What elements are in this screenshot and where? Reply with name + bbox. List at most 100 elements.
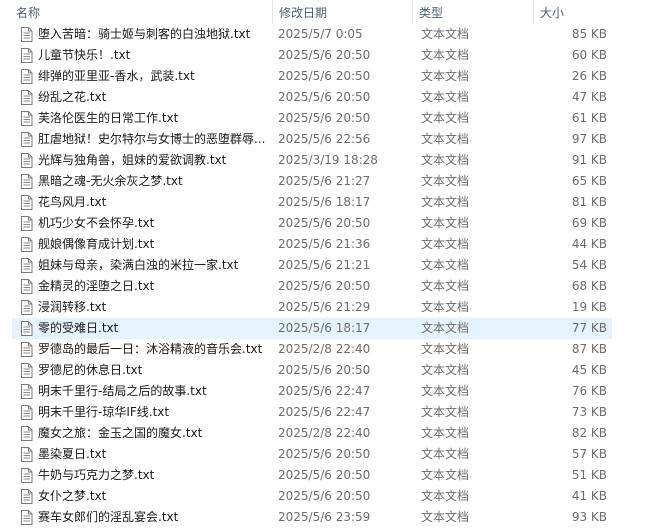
file-name: 女仆之梦.txt: [38, 489, 107, 503]
text-file-icon: [21, 279, 33, 294]
text-file-icon: [21, 216, 33, 231]
file-type: 文本文档: [421, 468, 470, 482]
file-type: 文本文档: [421, 111, 470, 125]
file-name: 金精灵的淫堕之日.txt: [38, 279, 155, 293]
file-size: 19 KB: [571, 300, 607, 314]
file-name: 牛奶与巧克力之梦.txt: [38, 468, 155, 482]
file-size: 26 KB: [571, 69, 607, 83]
text-file-icon: [21, 111, 33, 126]
file-name: 魔女之旅：金玉之国的魔女.txt: [38, 426, 203, 440]
file-row[interactable]: 黑暗之魂-无火余灰之梦.txt 2025/5/6 21:27 文本文档 65 KB: [12, 171, 612, 192]
text-file-icon: [21, 342, 33, 357]
text-file-icon: [21, 132, 33, 147]
file-row[interactable]: 机巧少女不会怀孕.txt 2025/5/6 20:50 文本文档 69 KB: [12, 213, 612, 234]
file-name: 浸润转移.txt: [38, 300, 107, 314]
file-type: 文本文档: [421, 195, 470, 209]
file-size: 76 KB: [571, 384, 607, 398]
column-header-date[interactable]: 修改日期: [273, 0, 413, 24]
file-name: 黑暗之魂-无火余灰之梦.txt: [38, 174, 183, 188]
file-modified-date: 2025/5/6 21:27: [278, 174, 371, 188]
file-size: 47 KB: [571, 90, 607, 104]
file-modified-date: 2025/5/6 22:47: [278, 405, 371, 419]
file-name: 零的受难日.txt: [38, 321, 119, 335]
file-type: 文本文档: [421, 132, 470, 146]
file-modified-date: 2025/5/6 20:50: [278, 468, 371, 482]
file-size: 51 KB: [571, 468, 607, 482]
file-modified-date: 2025/5/6 20:50: [278, 279, 371, 293]
file-size: 97 KB: [571, 132, 607, 146]
text-file-icon: [21, 300, 33, 315]
text-file-icon: [21, 48, 33, 63]
file-size: 57 KB: [571, 447, 607, 461]
file-type: 文本文档: [421, 27, 470, 41]
file-modified-date: 2025/3/19 18:28: [278, 153, 378, 167]
column-header-name[interactable]: 名称: [10, 0, 273, 24]
file-modified-date: 2025/5/6 20:50: [278, 447, 371, 461]
file-name: 堕入苦暗：骑士姬与刺客的白浊地狱.txt: [38, 27, 251, 41]
text-file-icon: [21, 90, 33, 105]
file-name: 舰娘偶像育成计划.txt: [38, 237, 155, 251]
file-row[interactable]: 魔女之旅：金玉之国的魔女.txt 2025/2/8 22:40 文本文档 82 KB: [12, 423, 612, 444]
file-row[interactable]: 肛虐地狱！史尔特尔与女博士的恶堕群辱... 2025/5/6 22:56 文本文档 9…: [12, 129, 612, 150]
file-type: 文本文档: [421, 300, 470, 314]
file-row[interactable]: 零的受难日.txt 2025/5/6 18:17 文本文档 77 KB: [12, 318, 612, 339]
file-size: 69 KB: [571, 216, 607, 230]
text-file-icon: [21, 510, 33, 525]
file-row[interactable]: 纷乱之花.txt 2025/5/6 20:50 文本文档 47 KB: [12, 87, 612, 108]
file-row[interactable]: 儿童节快乐！.txt 2025/5/6 20:50 文本文档 60 KB: [12, 45, 612, 66]
file-type: 文本文档: [421, 90, 470, 104]
file-size: 77 KB: [571, 321, 607, 335]
file-type: 文本文档: [421, 426, 470, 440]
file-type: 文本文档: [421, 237, 470, 251]
file-row[interactable]: 明末千里行-结局之后的故事.txt 2025/5/6 22:47 文本文档 76 KB: [12, 381, 612, 402]
text-file-icon: [21, 174, 33, 189]
file-row[interactable]: 光辉与独角兽，姐妹的爱欲调教.txt 2025/3/19 18:28 文本文档 91 …: [12, 150, 612, 171]
file-row[interactable]: 牛奶与巧克力之梦.txt 2025/5/6 20:50 文本文档 51 KB: [12, 465, 612, 486]
text-file-icon: [21, 69, 33, 84]
file-row[interactable]: 明末千里行-琼华IF线.txt 2025/5/6 22:47 文本文档 73 KB: [12, 402, 612, 423]
file-modified-date: 2025/5/6 20:50: [278, 48, 371, 62]
file-row[interactable]: 金精灵的淫堕之日.txt 2025/5/6 20:50 文本文档 68 KB: [12, 276, 612, 297]
file-type: 文本文档: [421, 258, 470, 272]
file-size: 54 KB: [571, 258, 607, 272]
file-row[interactable]: 墨染夏日.txt 2025/5/6 20:50 文本文档 57 KB: [12, 444, 612, 465]
file-row[interactable]: 花鸟风月.txt 2025/5/6 18:17 文本文档 81 KB: [12, 192, 612, 213]
file-size: 73 KB: [571, 405, 607, 419]
text-file-icon: [21, 258, 33, 273]
file-type: 文本文档: [421, 153, 470, 167]
file-modified-date: 2025/5/6 20:50: [278, 489, 371, 503]
chevron-up-icon-svg: [137, 0, 147, 3]
file-size: 60 KB: [571, 48, 607, 62]
file-row[interactable]: 罗德尼的休息日.txt 2025/5/6 20:50 文本文档 45 KB: [12, 360, 612, 381]
file-row[interactable]: 绯弹的亚里亚-香水，武装.txt 2025/5/6 20:50 文本文档 26 KB: [12, 66, 612, 87]
file-name: 绯弹的亚里亚-香水，武装.txt: [38, 69, 195, 83]
file-row[interactable]: 赛车女郎们的淫乱宴会.txt 2025/5/6 23:59 文本文档 93 KB: [12, 507, 612, 528]
file-modified-date: 2025/5/6 20:50: [278, 69, 371, 83]
file-size: 81 KB: [571, 195, 607, 209]
file-row[interactable]: 芙洛伦医生的日常工作.txt 2025/5/6 20:50 文本文档 61 KB: [12, 108, 612, 129]
file-size: 45 KB: [571, 363, 607, 377]
file-name: 肛虐地狱！史尔特尔与女博士的恶堕群辱...: [38, 132, 266, 146]
text-file-icon: [21, 363, 33, 378]
file-row[interactable]: 罗德岛的最后一日：沐浴精液的音乐会.txt 2025/2/8 22:40 文本文档 8…: [12, 339, 612, 360]
file-row[interactable]: 女仆之梦.txt 2025/5/6 20:50 文本文档 41 KB: [12, 486, 612, 507]
file-explorer-details-view: 名称 修改日期 类型 大小 堕入苦暗：骑士姬与刺客的白浊地狱.txt 2025/5…: [0, 0, 669, 532]
file-row[interactable]: 姐妹与母亲，染满白浊的米拉一家.txt 2025/5/6 21:21 文本文档 54 …: [12, 255, 612, 276]
file-row[interactable]: 舰娘偶像育成计划.txt 2025/5/6 21:36 文本文档 44 KB: [12, 234, 612, 255]
text-file-icon: [21, 237, 33, 252]
file-name: 儿童节快乐！.txt: [38, 48, 131, 62]
file-name: 姐妹与母亲，染满白浊的米拉一家.txt: [38, 258, 239, 272]
file-row[interactable]: 浸润转移.txt 2025/5/6 21:29 文本文档 19 KB: [12, 297, 612, 318]
text-file-icon: [21, 405, 33, 420]
file-row[interactable]: 堕入苦暗：骑士姬与刺客的白浊地狱.txt 2025/5/7 0:05 文本文档 85 …: [12, 24, 612, 45]
file-type: 文本文档: [421, 447, 470, 461]
file-type: 文本文档: [421, 321, 470, 335]
column-header-size[interactable]: 大小: [534, 0, 624, 24]
file-modified-date: 2025/5/6 22:47: [278, 384, 371, 398]
text-file-icon: [21, 426, 33, 441]
column-header-name-label: 名称: [16, 6, 41, 20]
file-modified-date: 2025/5/6 18:17: [278, 321, 371, 335]
file-size: 68 KB: [571, 279, 607, 293]
column-header-type[interactable]: 类型: [413, 0, 534, 24]
file-name: 罗德尼的休息日.txt: [38, 363, 143, 377]
